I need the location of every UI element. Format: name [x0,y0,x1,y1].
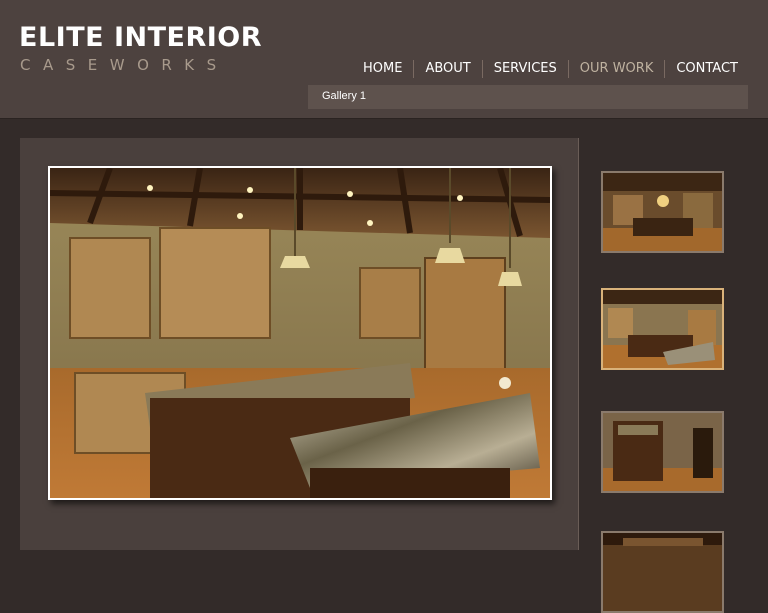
breadcrumb: Gallery 1 [308,85,748,109]
nav-services[interactable]: SERVICES [481,60,568,78]
gallery-thumbnail[interactable] [601,411,724,493]
breadcrumb-label: Gallery 1 [322,90,367,102]
gallery-thumbnail-selected[interactable] [601,288,724,370]
logo-subtitle: CASEWORKS [20,56,229,74]
nav-contact[interactable]: CONTACT [664,60,748,78]
gallery-thumbnail[interactable] [601,531,724,613]
gallery-thumbnail[interactable] [601,171,724,253]
gallery-main-image [48,166,552,500]
main-nav: HOME ABOUT SERVICES OUR WORK CONTACT [352,60,748,78]
site-header: ELITE INTERIOR CASEWORKS HOME ABOUT SERV… [0,0,768,119]
nav-about[interactable]: ABOUT [413,60,481,78]
nav-our-work[interactable]: OUR WORK [567,60,665,78]
gallery-main-panel [20,138,579,550]
logo-title[interactable]: ELITE INTERIOR [19,22,262,53]
nav-home[interactable]: HOME [352,60,413,78]
